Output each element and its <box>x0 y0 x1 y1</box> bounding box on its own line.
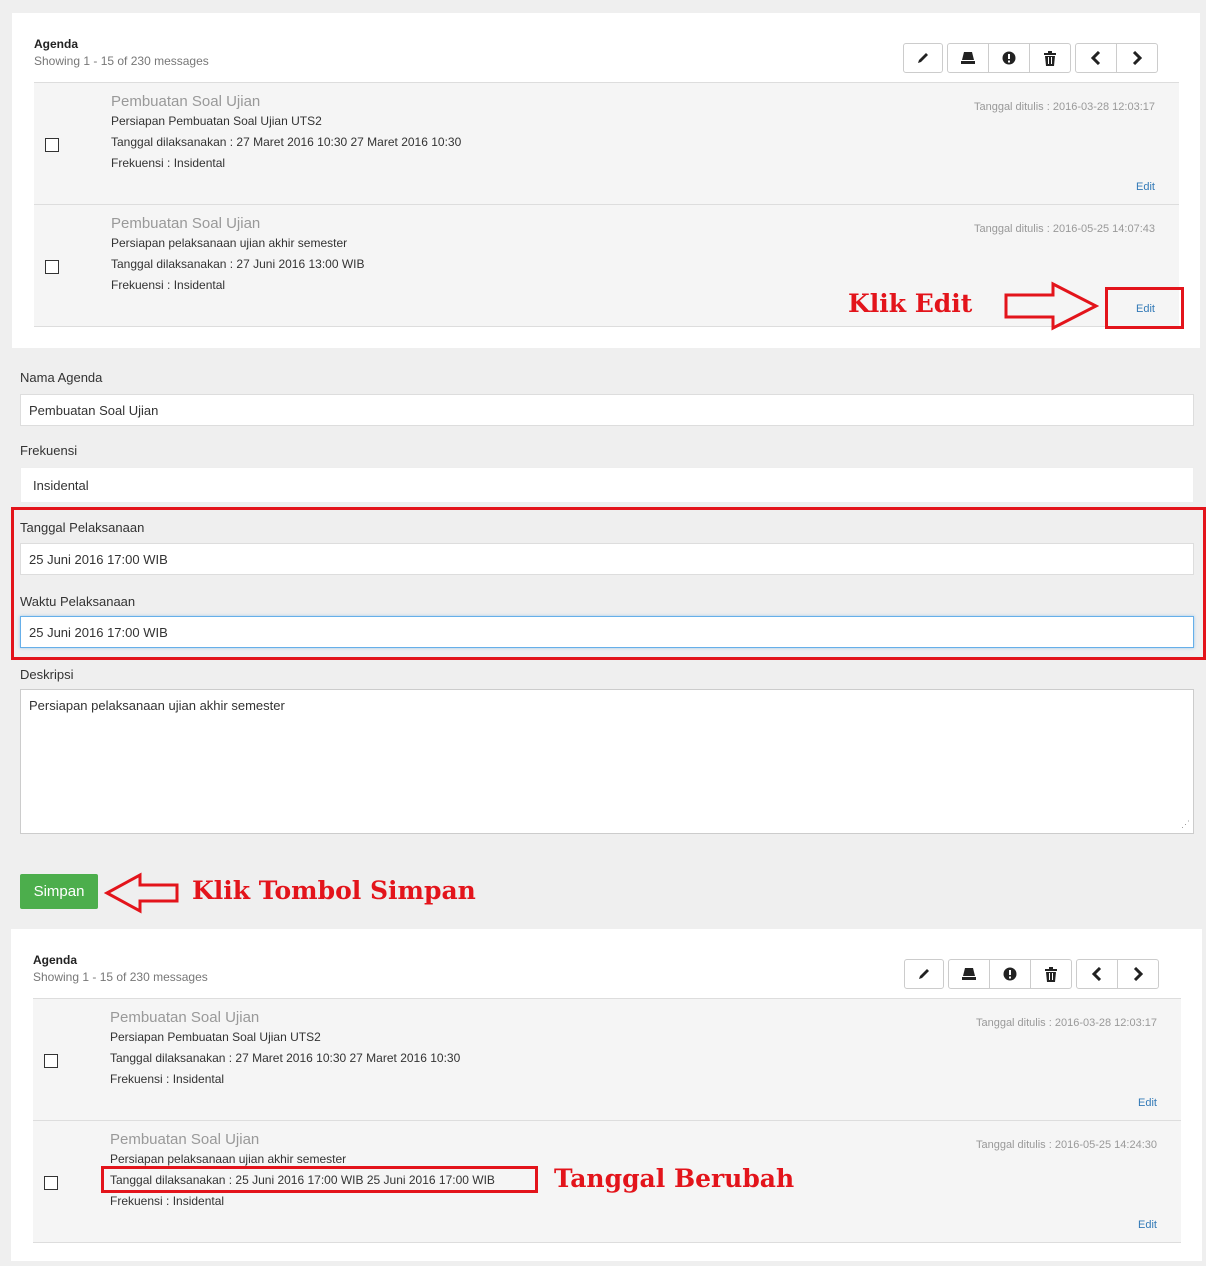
item-frequency: Frekuensi : Insidental <box>111 278 226 292</box>
toolbar-group-nav <box>1075 43 1158 73</box>
prev-page-button[interactable] <box>1075 43 1117 73</box>
inbox-button[interactable] <box>948 959 990 989</box>
deskripsi-textarea[interactable]: Persiapan pelaksanaan ujian akhir semest… <box>20 689 1194 834</box>
annotation-box-edit <box>1105 287 1184 329</box>
resize-grip-icon[interactable]: ⋰ <box>1181 819 1190 830</box>
annotation-box-date-fields <box>11 507 1206 660</box>
inbox-button[interactable] <box>947 43 989 73</box>
edit-link[interactable]: Edit <box>1138 1219 1157 1231</box>
frekuensi-select[interactable]: Insidental <box>20 467 1194 503</box>
annotation-tanggal-berubah: Tanggal Berubah <box>554 1164 795 1193</box>
item-desc: Persiapan pelaksanaan ujian akhir semest… <box>111 236 348 250</box>
annotation-klik-simpan: Klik Tombol Simpan <box>192 876 476 905</box>
edit-button[interactable] <box>903 43 943 73</box>
checkbox[interactable] <box>45 260 59 274</box>
toolbar <box>904 959 1159 989</box>
list-item[interactable]: Pembuatan Soal Ujian Persiapan Pembuatan… <box>33 998 1181 1121</box>
report-button[interactable] <box>988 43 1030 73</box>
annotation-klik-edit: Klik Edit <box>848 289 973 318</box>
exclamation-icon <box>1003 967 1017 981</box>
agenda-panel-bottom: Agenda Showing 1 - 15 of 230 messages Pe… <box>11 929 1202 1261</box>
prev-page-button[interactable] <box>1076 959 1118 989</box>
delete-button[interactable] <box>1029 43 1071 73</box>
item-frequency: Frekuensi : Insidental <box>111 156 226 170</box>
panel-title: Agenda <box>34 37 79 51</box>
annotation-box-changed-date <box>101 1166 538 1193</box>
item-desc: Persiapan Pembuatan Soal Ujian UTS2 <box>110 1030 321 1044</box>
item-written-date: Tanggal ditulis : 2016-05-25 14:07:43 <box>973 223 1155 235</box>
trash-icon <box>1044 50 1056 66</box>
item-written-date: Tanggal ditulis : 2016-05-25 14:24:30 <box>975 1139 1157 1151</box>
deskripsi-label: Deskripsi <box>20 667 74 682</box>
delete-button[interactable] <box>1030 959 1072 989</box>
item-frequency: Frekuensi : Insidental <box>110 1072 225 1086</box>
panel-subtitle: Showing 1 - 15 of 230 messages <box>34 54 209 68</box>
item-written-date: Tanggal ditulis : 2016-03-28 12:03:17 <box>975 1017 1157 1029</box>
nama-agenda-input[interactable]: Pembuatan Soal Ujian <box>20 394 1194 426</box>
item-date: Tanggal dilaksanakan : 27 Maret 2016 10:… <box>111 135 462 149</box>
edit-link[interactable]: Edit <box>1136 181 1155 193</box>
frekuensi-label: Frekuensi <box>20 443 78 458</box>
item-desc: Persiapan Pembuatan Soal Ujian UTS2 <box>111 114 322 128</box>
toolbar-group-nav <box>1076 959 1159 989</box>
panel-title: Agenda <box>33 953 78 967</box>
simpan-button[interactable]: Simpan <box>20 874 98 909</box>
trash-icon <box>1045 966 1057 982</box>
list-item[interactable]: Pembuatan Soal Ujian Persiapan Pembuatan… <box>34 82 1179 205</box>
toolbar-group-actions <box>948 959 1072 989</box>
inbox-icon <box>962 968 976 980</box>
item-title: Pembuatan Soal Ujian <box>110 1131 260 1148</box>
checkbox[interactable] <box>45 138 59 152</box>
arrow-right-icon <box>1004 281 1099 331</box>
pencil-icon <box>919 969 929 979</box>
item-desc: Persiapan pelaksanaan ujian akhir semest… <box>110 1152 347 1166</box>
next-page-button[interactable] <box>1116 43 1158 73</box>
item-frequency: Frekuensi : Insidental <box>110 1194 225 1208</box>
inbox-icon <box>961 52 975 64</box>
toolbar <box>903 43 1158 73</box>
panel-subtitle: Showing 1 - 15 of 230 messages <box>33 970 208 984</box>
pencil-icon <box>918 53 928 63</box>
item-title: Pembuatan Soal Ujian <box>110 1009 260 1026</box>
exclamation-icon <box>1002 51 1016 65</box>
toolbar-group-actions <box>947 43 1071 73</box>
chevron-left-icon <box>1091 51 1101 65</box>
edit-link[interactable]: Edit <box>1138 1097 1157 1109</box>
item-written-date: Tanggal ditulis : 2016-03-28 12:03:17 <box>973 101 1155 113</box>
chevron-right-icon <box>1133 967 1143 981</box>
deskripsi-text: Persiapan pelaksanaan ujian akhir semest… <box>29 698 285 713</box>
arrow-left-icon <box>104 872 179 914</box>
item-title: Pembuatan Soal Ujian <box>111 215 261 232</box>
item-date: Tanggal dilaksanakan : 27 Juni 2016 13:0… <box>111 257 365 271</box>
next-page-button[interactable] <box>1117 959 1159 989</box>
checkbox[interactable] <box>44 1176 58 1190</box>
report-button[interactable] <box>989 959 1031 989</box>
chevron-left-icon <box>1092 967 1102 981</box>
checkbox[interactable] <box>44 1054 58 1068</box>
edit-button[interactable] <box>904 959 944 989</box>
chevron-right-icon <box>1132 51 1142 65</box>
nama-agenda-label: Nama Agenda <box>20 370 103 385</box>
item-date: Tanggal dilaksanakan : 27 Maret 2016 10:… <box>110 1051 461 1065</box>
item-title: Pembuatan Soal Ujian <box>111 93 261 110</box>
